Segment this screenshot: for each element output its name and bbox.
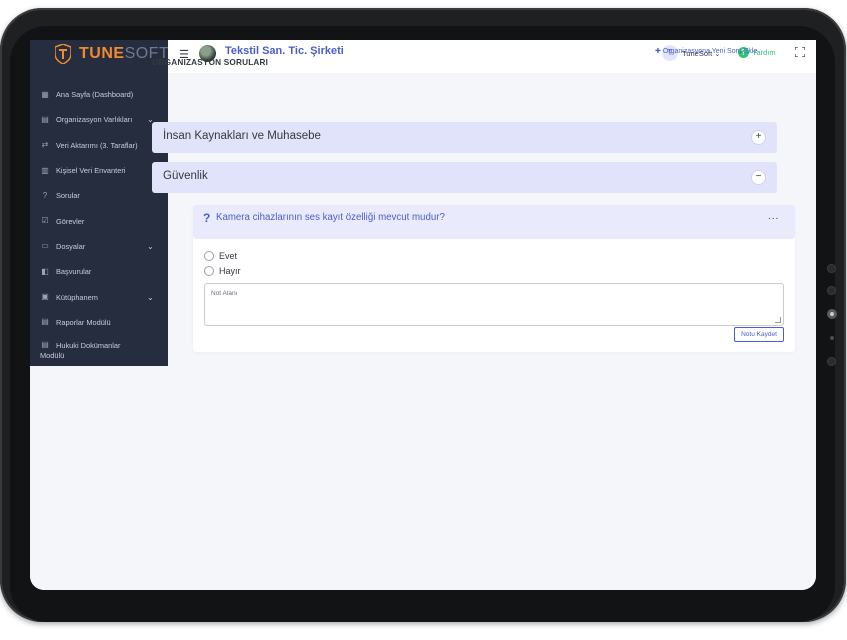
expand-icon[interactable]: + [751, 130, 766, 145]
add-question-link[interactable]: ✚ Organizasyona Yeni Soru Ekle [655, 47, 757, 55]
option-label: Evet [219, 251, 238, 261]
sensor-dot [830, 336, 834, 340]
option-evet[interactable]: Evet [204, 251, 237, 261]
sidebar-item-files[interactable]: ▭ Dosyalar ⌄ [30, 234, 168, 259]
company-name[interactable]: Tekstil San. Tic. Şirketi [225, 45, 344, 57]
camera-icon [827, 309, 837, 319]
sidebar-item-questions[interactable]: ? Sorular [30, 183, 168, 208]
question-mark-icon: ? [203, 211, 211, 225]
brand-logo[interactable]: TUNESOFT [30, 40, 169, 68]
assets-icon: ▤ [41, 114, 49, 124]
applications-icon: ◧ [41, 266, 49, 276]
resize-handle[interactable] [775, 317, 781, 323]
transfer-icon: ⇄ [41, 140, 49, 150]
brand-part-1: TUNE [79, 45, 125, 62]
accordion-title: İnsan Kaynakları ve Muhasebe [163, 130, 321, 142]
option-label: Hayır [219, 266, 241, 276]
question-icon: ? [42, 190, 48, 200]
sidebar: TUNESOFT ▦ Ana Sayfa (Dashboard) ▤ Organ… [30, 40, 169, 366]
sidebar-item-inventory[interactable]: ▥ Kişisel Veri Envanteri [30, 158, 168, 183]
page-background [30, 366, 816, 590]
chevron-down-icon: ⌄ [147, 292, 154, 302]
question-header: ? Kamera cihazlarının ses kayıt özelliği… [193, 205, 795, 239]
sidebar-item-label: Raporlar Modülü [56, 317, 111, 327]
sidebar-item-label-line2: Modülü [40, 350, 65, 360]
sidebar-item-label: Görevler [56, 216, 85, 226]
sidebar-item-label: Ana Sayfa (Dashboard) [56, 90, 134, 100]
sidebar-nav: ▦ Ana Sayfa (Dashboard) ▤ Organizasyon V… [30, 82, 168, 360]
accordion-title: Güvenlik [163, 170, 208, 182]
sidebar-item-reports[interactable]: ▤ Raporlar Modülü [30, 310, 168, 335]
sidebar-item-label: Hukuki Dokümanlar [56, 340, 121, 350]
more-options-icon[interactable]: ... [768, 211, 779, 222]
legal-doc-icon: ▤ [41, 339, 49, 349]
sidebar-item-legal-docs[interactable]: ▤ Hukuki Dokümanlar Modülü [30, 335, 168, 360]
accordion-security[interactable]: Güvenlik − [152, 162, 777, 193]
radio-button[interactable] [204, 251, 214, 261]
sidebar-item-label: Başvurular [56, 267, 92, 277]
sidebar-item-label: Kütüphanem [56, 292, 98, 302]
radio-button[interactable] [204, 266, 214, 276]
shield-logo-icon [55, 44, 71, 64]
sidebar-item-dashboard[interactable]: ▦ Ana Sayfa (Dashboard) [30, 82, 168, 107]
page-title: ORGANIZASYON SORULARI [152, 58, 269, 67]
sidebar-item-label: Sorular [56, 191, 80, 201]
dashboard-icon: ▦ [41, 89, 49, 99]
sidebar-item-library[interactable]: ▣ Kütüphanem ⌄ [30, 284, 168, 309]
save-note-button[interactable]: Notu Kaydet [734, 327, 784, 342]
sidebar-item-label: Dosyalar [56, 241, 86, 251]
sidebar-item-assets[interactable]: ▤ Organizasyon Varlıkları ⌄ [30, 107, 168, 132]
question-card: ? Kamera cihazlarının ses kayıt özelliği… [193, 205, 795, 352]
sidebar-item-label: Veri Aktarımı (3. Taraflar) [56, 140, 138, 150]
accordion-hr-accounting[interactable]: İnsan Kaynakları ve Muhasebe + [152, 122, 777, 153]
note-textarea[interactable]: Not Alanı [204, 283, 784, 326]
tasks-icon: ☑ [41, 216, 49, 226]
note-placeholder: Not Alanı [211, 290, 238, 297]
inventory-icon: ▥ [41, 165, 49, 175]
option-hayir[interactable]: Hayır [204, 266, 241, 276]
question-text: Kamera cihazlarının ses kayıt özelliği m… [216, 212, 445, 223]
folder-icon: ▭ [41, 241, 49, 251]
sidebar-item-tasks[interactable]: ☑ Görevler [30, 208, 168, 233]
report-icon: ▤ [41, 317, 49, 327]
sidebar-item-applications[interactable]: ◧ Başvurular [30, 259, 168, 284]
fullscreen-icon[interactable] [795, 47, 805, 57]
collapse-icon[interactable]: − [751, 170, 766, 185]
sidebar-item-transfer[interactable]: ⇄ Veri Aktarımı (3. Taraflar) [30, 133, 168, 158]
sidebar-item-label: Organizasyon Varlıkları [56, 115, 133, 125]
sidebar-item-label: Kişisel Veri Envanteri [56, 166, 126, 176]
chevron-down-icon: ⌄ [147, 241, 154, 251]
top-header: ☰ Tekstil San. Tic. Şirketi T TuneSoft ⌄… [168, 40, 816, 73]
side-button [827, 286, 836, 295]
add-question-label: Organizasyona Yeni Soru Ekle [662, 48, 758, 55]
plus-icon: ✚ [655, 48, 663, 55]
side-button [827, 357, 836, 366]
side-button [827, 264, 836, 273]
library-icon: ▣ [41, 292, 49, 302]
